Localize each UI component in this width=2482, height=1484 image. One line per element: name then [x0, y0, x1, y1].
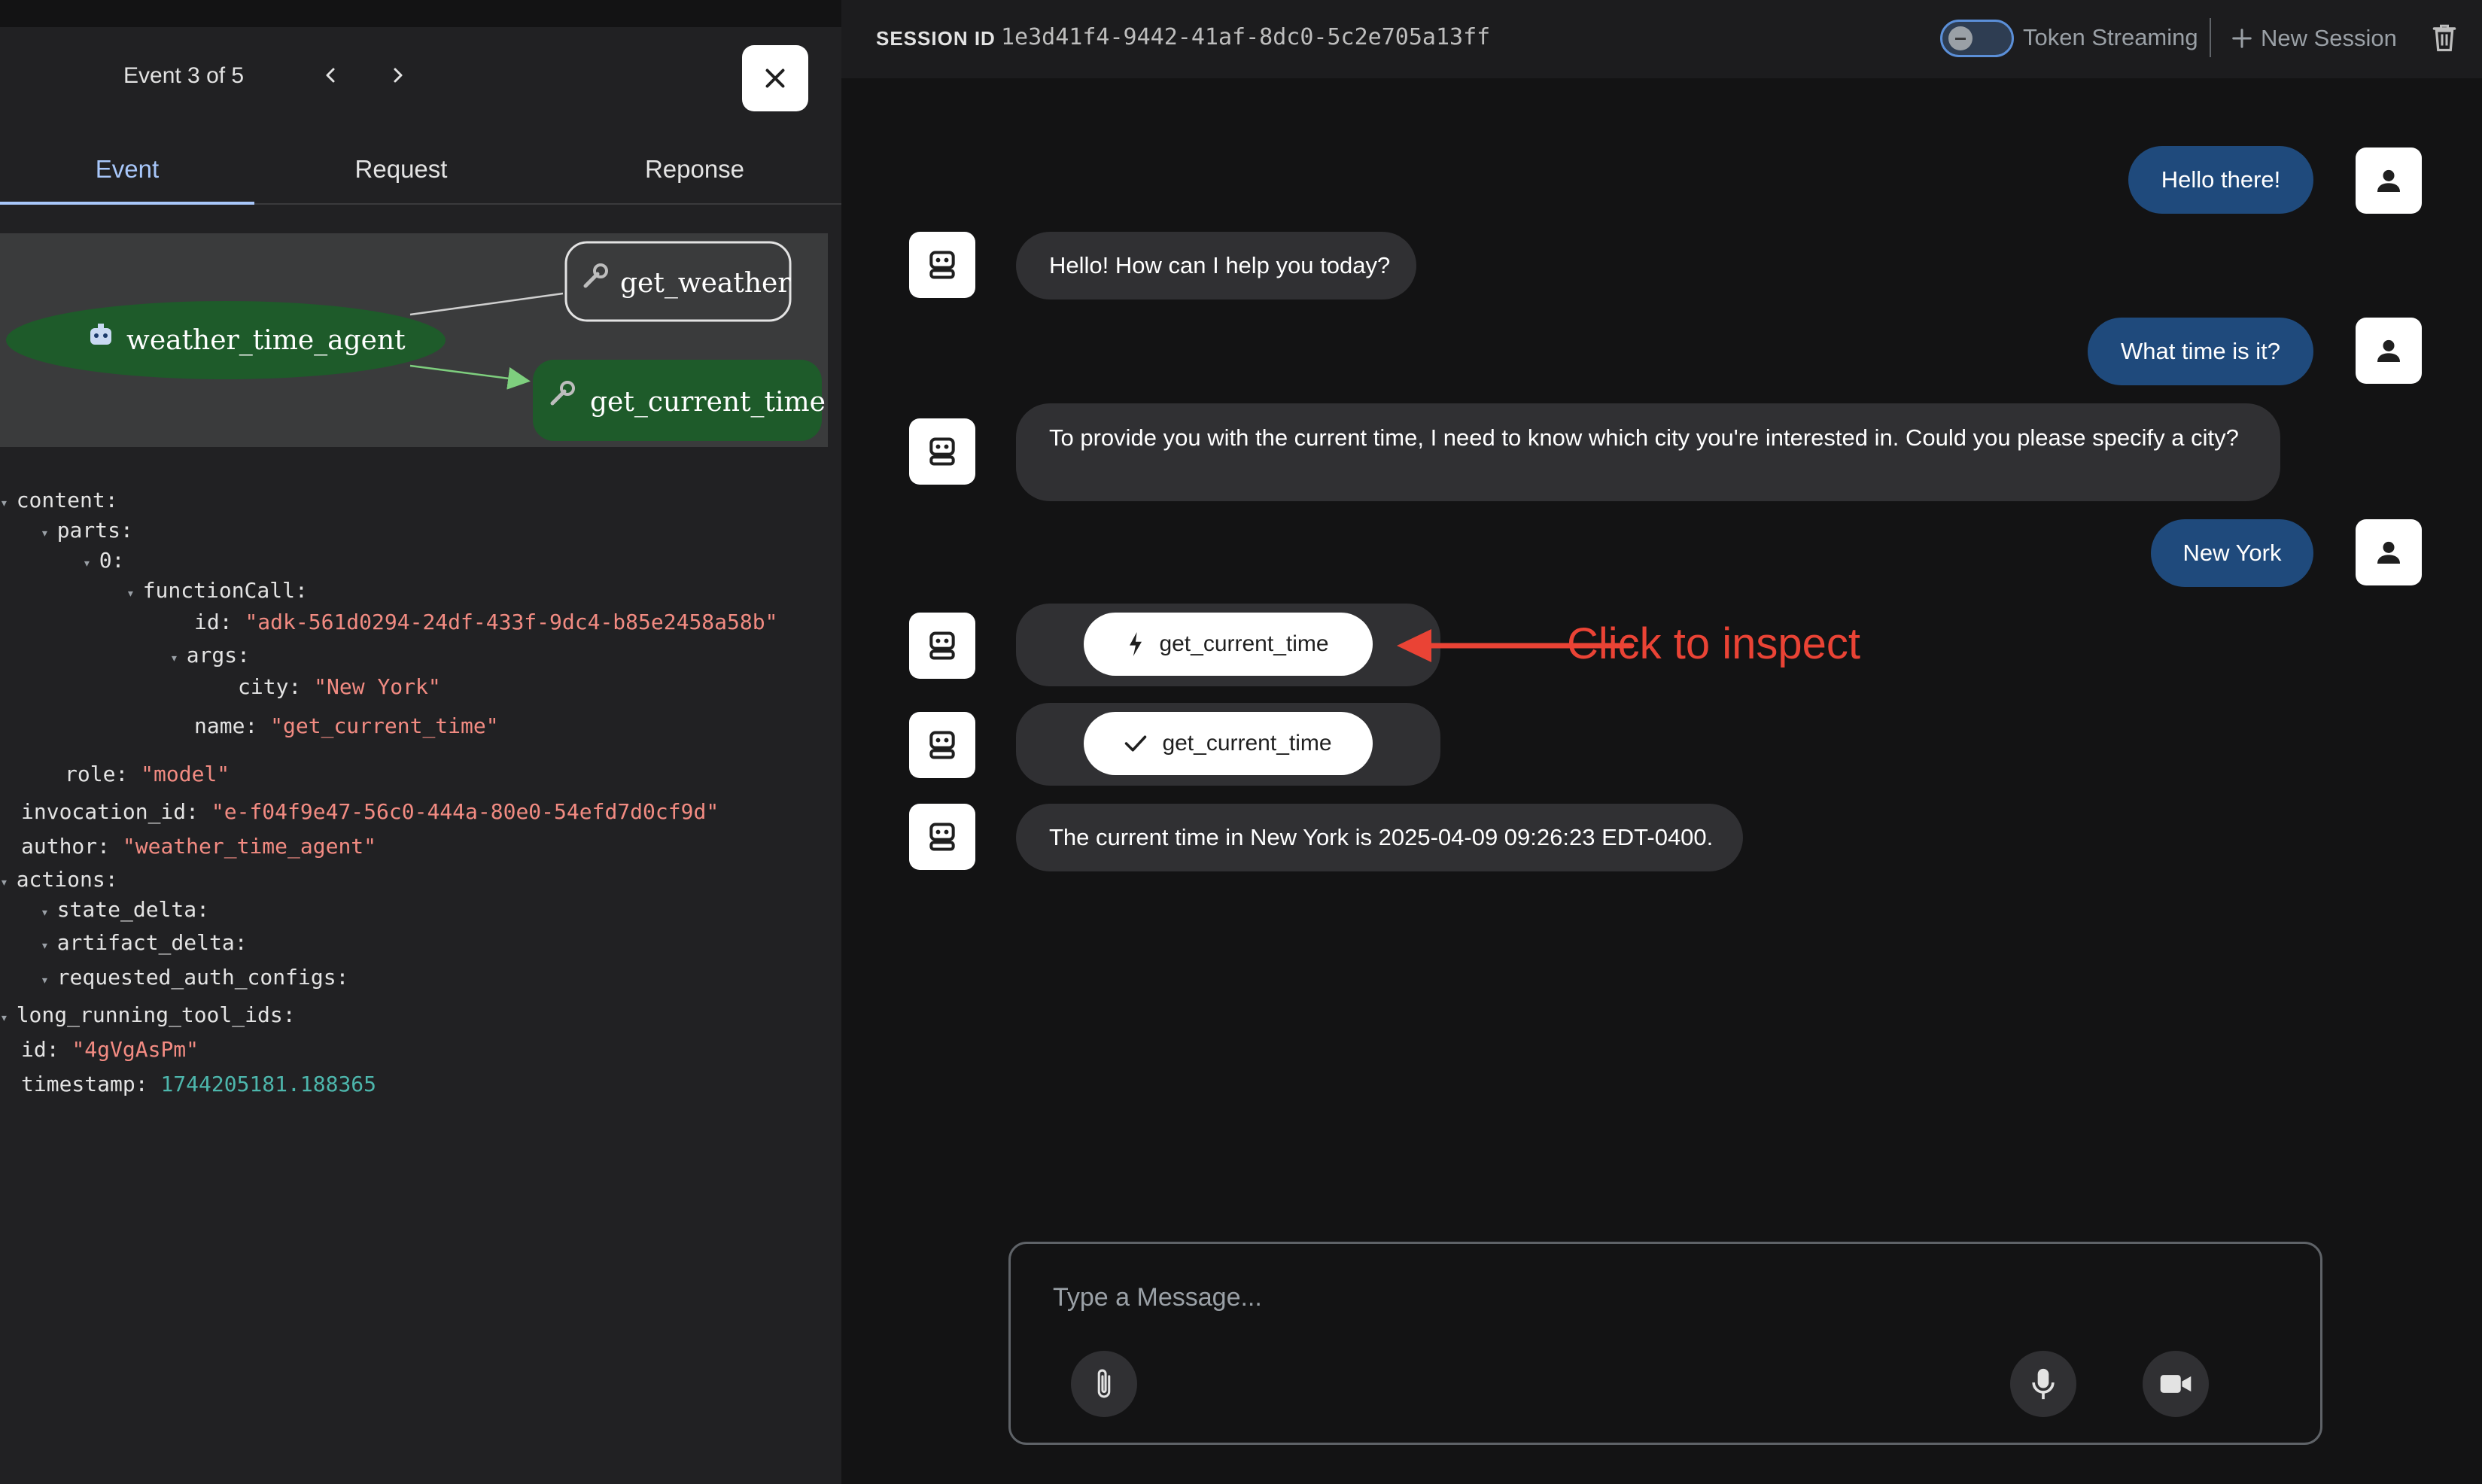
graph-node-agent-label: weather_time_agent: [126, 325, 406, 356]
json-row-event-id: id: "4gVgAsPm": [21, 1037, 199, 1062]
json-row-long-running-tool-ids[interactable]: ▾ long_running_tool_ids:: [0, 1002, 296, 1027]
collapse-triangle-icon: ▾: [41, 525, 57, 541]
collapse-triangle-icon: ▾: [41, 905, 57, 920]
collapse-triangle-icon: ▾: [170, 650, 187, 666]
json-row-content[interactable]: ▾ content:: [0, 488, 118, 512]
session-id-value: 1e3d41f4-9442-41af-8dc0-5c2e705a13ff: [1001, 24, 1491, 50]
inspector-tabs: Event Request Reponse: [0, 135, 841, 205]
video-camera-button[interactable]: [2143, 1351, 2209, 1417]
chevron-left-icon: [326, 68, 335, 83]
robot-icon: [929, 437, 955, 466]
json-row-city: city: "New York": [238, 674, 441, 699]
microphone-icon: [2032, 1368, 2055, 1400]
json-row-name: name: "get_current_time": [194, 713, 499, 738]
chat-panel: SESSION ID 1e3d41f4-9442-41af-8dc0-5c2e7…: [841, 0, 2482, 1484]
delete-session-button[interactable]: [2425, 18, 2464, 57]
next-event-button[interactable]: [382, 60, 412, 90]
person-icon: [2377, 541, 2400, 564]
json-row-state-delta[interactable]: ▾ state_delta:: [41, 897, 209, 922]
collapse-triangle-icon: ▾: [0, 495, 17, 511]
collapse-triangle-icon: ▾: [41, 972, 57, 988]
video-camera-icon: [2160, 1375, 2192, 1393]
message-composer: [1008, 1242, 2322, 1445]
collapse-triangle-icon: ▾: [0, 874, 17, 890]
graph-node-get-weather-label: get_weather: [620, 268, 791, 299]
agent-graph: weather_time_agent get_weather get_curre…: [0, 233, 828, 447]
json-row-author: author: "weather_time_agent": [21, 834, 377, 859]
json-row-args[interactable]: ▾ args:: [170, 643, 250, 667]
user-message: New York: [2151, 519, 2313, 587]
event-inspector-panel: Event 3 of 5 Event Request Reponse weath…: [0, 0, 841, 1484]
tab-event[interactable]: Event: [0, 135, 254, 205]
edge-agent-to-weather: [409, 292, 564, 316]
agent-avatar: [909, 712, 975, 778]
toggle-knob: [1948, 26, 1973, 50]
robot-icon: [929, 631, 955, 660]
tab-response[interactable]: Reponse: [548, 135, 841, 203]
robot-icon: [929, 251, 955, 279]
user-avatar: [2356, 318, 2422, 384]
bolt-icon: [1130, 632, 1142, 656]
collapse-triangle-icon: ▾: [0, 1010, 17, 1026]
json-row-parts[interactable]: ▾ parts:: [41, 518, 133, 543]
session-header: SESSION ID 1e3d41f4-9442-41af-8dc0-5c2e7…: [841, 0, 2482, 78]
session-id-label: SESSION ID: [876, 27, 996, 50]
plus-icon: [2232, 29, 2252, 48]
json-row-function-id: id: "adk-561d0294-24df-433f-9dc4-b85e245…: [194, 610, 778, 634]
attach-button[interactable]: [1071, 1351, 1137, 1417]
chevron-right-icon: [394, 68, 403, 83]
annotation-label: Click to inspect: [1567, 619, 1861, 668]
json-row-timestamp: timestamp: 1744205181.188365: [21, 1072, 377, 1096]
json-row-index[interactable]: ▾ 0:: [83, 548, 124, 573]
json-row-artifact-delta[interactable]: ▾ artifact_delta:: [41, 930, 248, 955]
new-session-label: New Session: [2261, 25, 2397, 51]
collapse-triangle-icon: ▾: [126, 585, 143, 601]
agent-message: The current time in New York is 2025-04-…: [1016, 804, 1743, 871]
agent-avatar: [909, 232, 975, 298]
function-response-chip[interactable]: get_current_time: [1084, 712, 1373, 775]
event-counter: Event 3 of 5: [123, 63, 245, 88]
tab-request[interactable]: Request: [254, 135, 548, 203]
paperclip-icon: [1097, 1369, 1111, 1398]
trash-icon: [2432, 24, 2456, 52]
user-avatar: [2356, 147, 2422, 214]
robot-icon: [929, 731, 955, 759]
person-icon: [2377, 169, 2400, 192]
agent-avatar: [909, 804, 975, 870]
json-row-invocation-id: invocation_id: "e-f04f9e47-56c0-444a-80e…: [21, 799, 719, 824]
agent-avatar: [909, 613, 975, 679]
collapse-triangle-icon: ▾: [41, 938, 57, 953]
json-row-role: role: "model": [65, 762, 230, 786]
user-avatar: [2356, 519, 2422, 585]
person-icon: [2377, 339, 2400, 362]
agent-avatar: [909, 418, 975, 485]
robot-icon: [929, 823, 955, 851]
close-panel-button[interactable]: [742, 45, 808, 111]
user-message: Hello there!: [2128, 146, 2313, 214]
agent-message: Hello! How can I help you today?: [1016, 232, 1416, 300]
message-input[interactable]: [1051, 1274, 2108, 1321]
top-strip: [0, 0, 841, 27]
previous-event-button[interactable]: [316, 60, 346, 90]
json-row-function-call[interactable]: ▾ functionCall:: [126, 578, 308, 603]
microphone-button[interactable]: [2010, 1351, 2076, 1417]
collapse-triangle-icon: ▾: [83, 555, 99, 571]
close-icon: [765, 68, 785, 88]
token-streaming-toggle[interactable]: [1940, 20, 2014, 57]
graph-node-get-current-time-label: get_current_time: [590, 387, 826, 418]
check-icon: [1125, 735, 1147, 752]
agent-message: To provide you with the current time, I …: [1016, 403, 2280, 501]
header-divider: [2210, 18, 2211, 57]
json-row-requested-auth-configs[interactable]: ▾ requested_auth_configs:: [41, 965, 348, 990]
user-message: What time is it?: [2088, 318, 2313, 385]
token-streaming-label: Token Streaming: [2023, 24, 2198, 50]
new-session-button[interactable]: New Session: [2231, 20, 2397, 57]
json-row-actions[interactable]: ▾ actions:: [0, 867, 118, 892]
edge-agent-to-time: [409, 364, 531, 390]
function-call-chip[interactable]: get_current_time: [1084, 613, 1373, 676]
